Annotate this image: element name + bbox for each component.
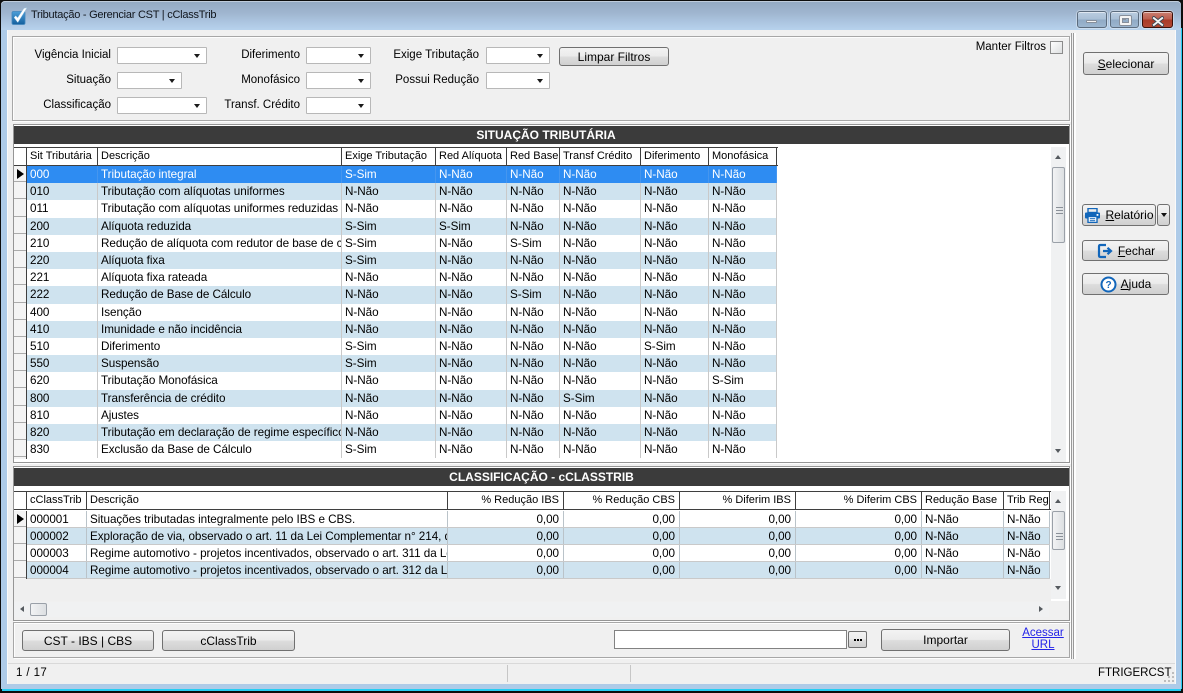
svg-text:?: ? [1105, 280, 1111, 291]
